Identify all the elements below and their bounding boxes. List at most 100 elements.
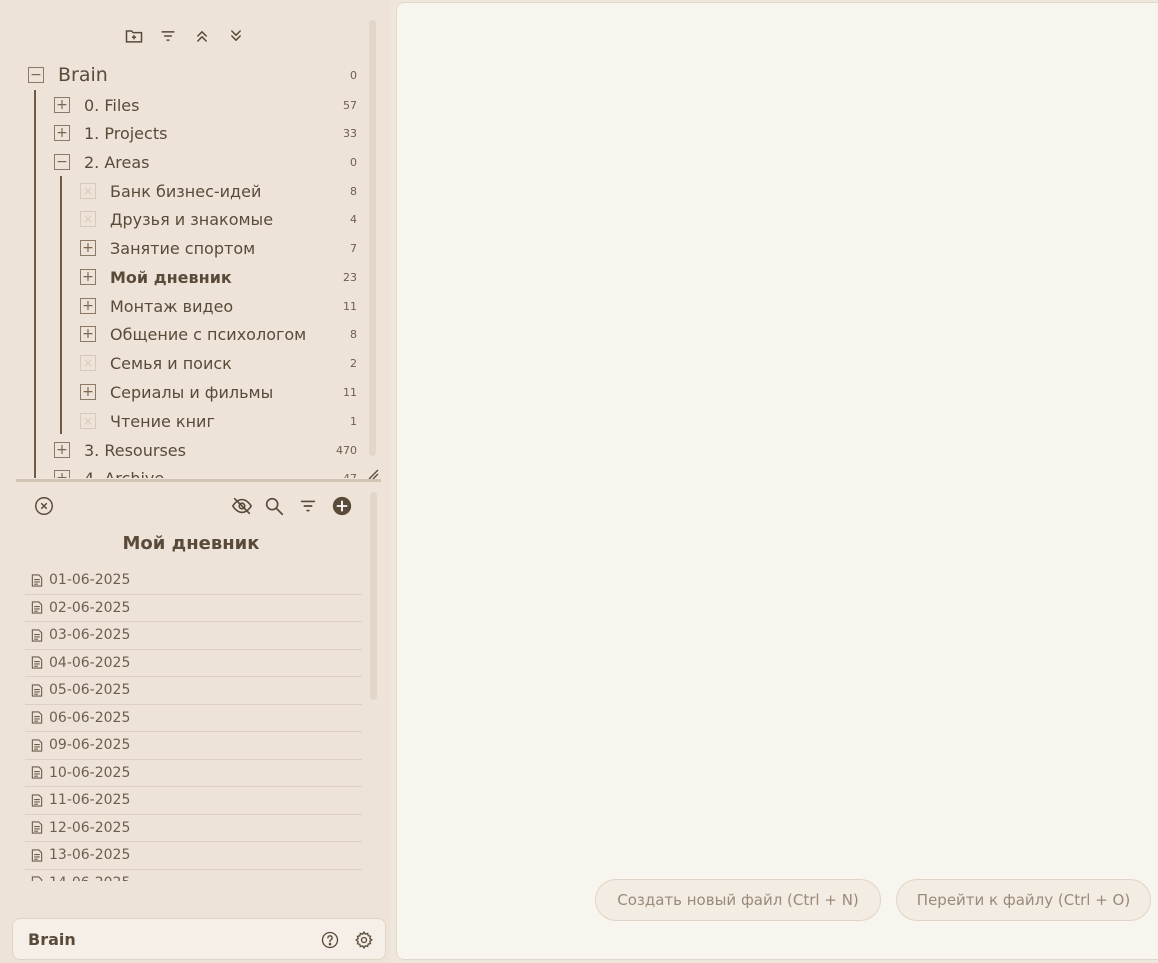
expand-toggle[interactable]: + (80, 269, 96, 285)
file-item[interactable]: 01-06-2025 (25, 567, 362, 595)
folder-count: 23 (343, 270, 357, 284)
folder-label: 1. Projects (84, 123, 168, 143)
file-item[interactable]: 03-06-2025 (25, 622, 362, 650)
folder-count: 57 (343, 98, 357, 112)
vault-name: Brain (28, 930, 76, 949)
file-icon (31, 656, 43, 669)
vault-switcher[interactable]: Brain (12, 918, 386, 960)
files-scrollbar[interactable] (370, 492, 377, 700)
folder-label: 0. Files (84, 95, 140, 115)
file-name: 09-06-2025 (49, 737, 131, 754)
file-icon (31, 629, 43, 642)
folder-tree: − Brain 0 + 0. Files 57 + 1. Projects 33… (0, 60, 370, 478)
folder-label: 4. Archive (84, 468, 165, 479)
collapse-toggle[interactable]: − (54, 154, 70, 170)
expand-toggle[interactable]: + (54, 97, 70, 113)
file-item[interactable]: 11-06-2025 (25, 787, 362, 815)
folder-count: 33 (343, 126, 357, 140)
file-item[interactable]: 04-06-2025 (25, 650, 362, 677)
file-name: 01-06-2025 (49, 572, 131, 589)
file-name: 03-06-2025 (49, 627, 131, 644)
add-circle-icon[interactable] (330, 494, 354, 518)
folder-count: 4 (350, 212, 357, 226)
folder-count: 0 (350, 155, 357, 169)
resize-handle-icon[interactable] (367, 465, 379, 480)
folder-label: Занятие спортом (110, 238, 256, 258)
expand-toggle[interactable]: + (54, 442, 70, 458)
tree-item-files[interactable]: + 0. Files 57 (0, 91, 370, 119)
file-icon (31, 766, 43, 779)
expand-toggle[interactable]: + (80, 298, 96, 314)
folder-toolbar (0, 22, 370, 50)
file-icon (31, 849, 43, 862)
tree-item-business-ideas[interactable]: × Банк бизнес-идей 8 (0, 177, 370, 205)
folder-count: 11 (343, 385, 357, 399)
folder-label: Монтаж видео (110, 296, 234, 316)
tree-item-series[interactable]: + Сериалы и фильмы 11 (0, 378, 370, 406)
folder-count: 0 (350, 68, 357, 82)
empty-folder-icon: × (80, 211, 96, 227)
go-to-file-button[interactable]: Перейти к файлу (Ctrl + O) (896, 879, 1151, 921)
settings-icon[interactable] (353, 929, 375, 951)
tree-item-psychologist[interactable]: + Общение с психологом 8 (0, 320, 370, 348)
search-icon[interactable] (262, 494, 286, 518)
tree-item-projects[interactable]: + 1. Projects 33 (0, 119, 370, 147)
folder-label: 3. Resourses (84, 440, 186, 460)
file-item[interactable]: 05-06-2025 (25, 677, 362, 705)
file-icon (31, 876, 43, 881)
main-pane (396, 2, 1158, 960)
expand-all-icon[interactable] (223, 23, 249, 49)
collapse-toggle[interactable]: − (28, 67, 44, 83)
file-icon (31, 684, 43, 697)
expand-toggle[interactable]: + (80, 240, 96, 256)
file-item[interactable]: 06-06-2025 (25, 705, 362, 732)
file-item[interactable]: 13-06-2025 (25, 842, 362, 870)
file-name: 11-06-2025 (49, 792, 131, 809)
sort-icon[interactable] (296, 494, 320, 518)
tree-scrollbar[interactable] (369, 20, 376, 456)
file-icon (31, 739, 43, 752)
new-folder-icon[interactable] (121, 23, 147, 49)
file-name: 13-06-2025 (49, 847, 131, 864)
pane-divider[interactable] (16, 479, 381, 482)
folder-label: Общение с психологом (110, 324, 307, 344)
file-icon (31, 821, 43, 834)
file-item[interactable]: 14-06-2025 (25, 870, 362, 881)
file-icon (31, 711, 43, 724)
collapse-all-icon[interactable] (189, 23, 215, 49)
file-icon (31, 794, 43, 807)
close-circle-icon[interactable] (32, 494, 56, 518)
tree-item-areas[interactable]: − 2. Areas 0 (0, 148, 370, 176)
tree-item-diary[interactable]: + Мой дневник 23 (0, 263, 370, 291)
file-name: 12-06-2025 (49, 819, 131, 836)
file-name: 14-06-2025 (49, 875, 130, 881)
folder-label: Семья и поиск (110, 353, 232, 373)
expand-toggle[interactable]: + (54, 125, 70, 141)
expand-toggle[interactable]: + (80, 326, 96, 342)
tree-item-archive[interactable]: + 4. Archive 47 (0, 464, 370, 478)
sidebar: − Brain 0 + 0. Files 57 + 1. Projects 33… (0, 0, 390, 963)
folder-label: Мой дневник (110, 267, 232, 287)
folder-label: Сериалы и фильмы (110, 382, 274, 402)
tree-item-sports[interactable]: + Занятие спортом 7 (0, 234, 370, 262)
tree-item-resourses[interactable]: + 3. Resourses 470 (0, 436, 370, 464)
tree-item-friends[interactable]: × Друзья и знакомые 4 (0, 205, 370, 233)
tree-item-brain[interactable]: − Brain 0 (0, 61, 370, 89)
file-list: 01-06-2025 02-06-2025 03-06-2025 04-06-2… (25, 567, 362, 881)
expand-toggle[interactable]: + (54, 470, 70, 478)
file-icon (31, 574, 43, 587)
tree-item-family[interactable]: × Семья и поиск 2 (0, 349, 370, 377)
eye-off-icon[interactable] (230, 494, 254, 518)
file-item[interactable]: 09-06-2025 (25, 732, 362, 760)
file-item[interactable]: 10-06-2025 (25, 760, 362, 787)
tree-item-reading[interactable]: × Чтение книг 1 (0, 407, 370, 435)
expand-toggle[interactable]: + (80, 384, 96, 400)
help-icon[interactable] (319, 929, 341, 951)
create-file-button[interactable]: Создать новый файл (Ctrl + N) (595, 879, 881, 921)
folder-count: 470 (336, 443, 357, 457)
tree-item-video-editing[interactable]: + Монтаж видео 11 (0, 292, 370, 320)
file-item[interactable]: 02-06-2025 (25, 595, 362, 622)
empty-folder-icon: × (80, 413, 96, 429)
file-item[interactable]: 12-06-2025 (25, 815, 362, 842)
sort-icon[interactable] (155, 23, 181, 49)
